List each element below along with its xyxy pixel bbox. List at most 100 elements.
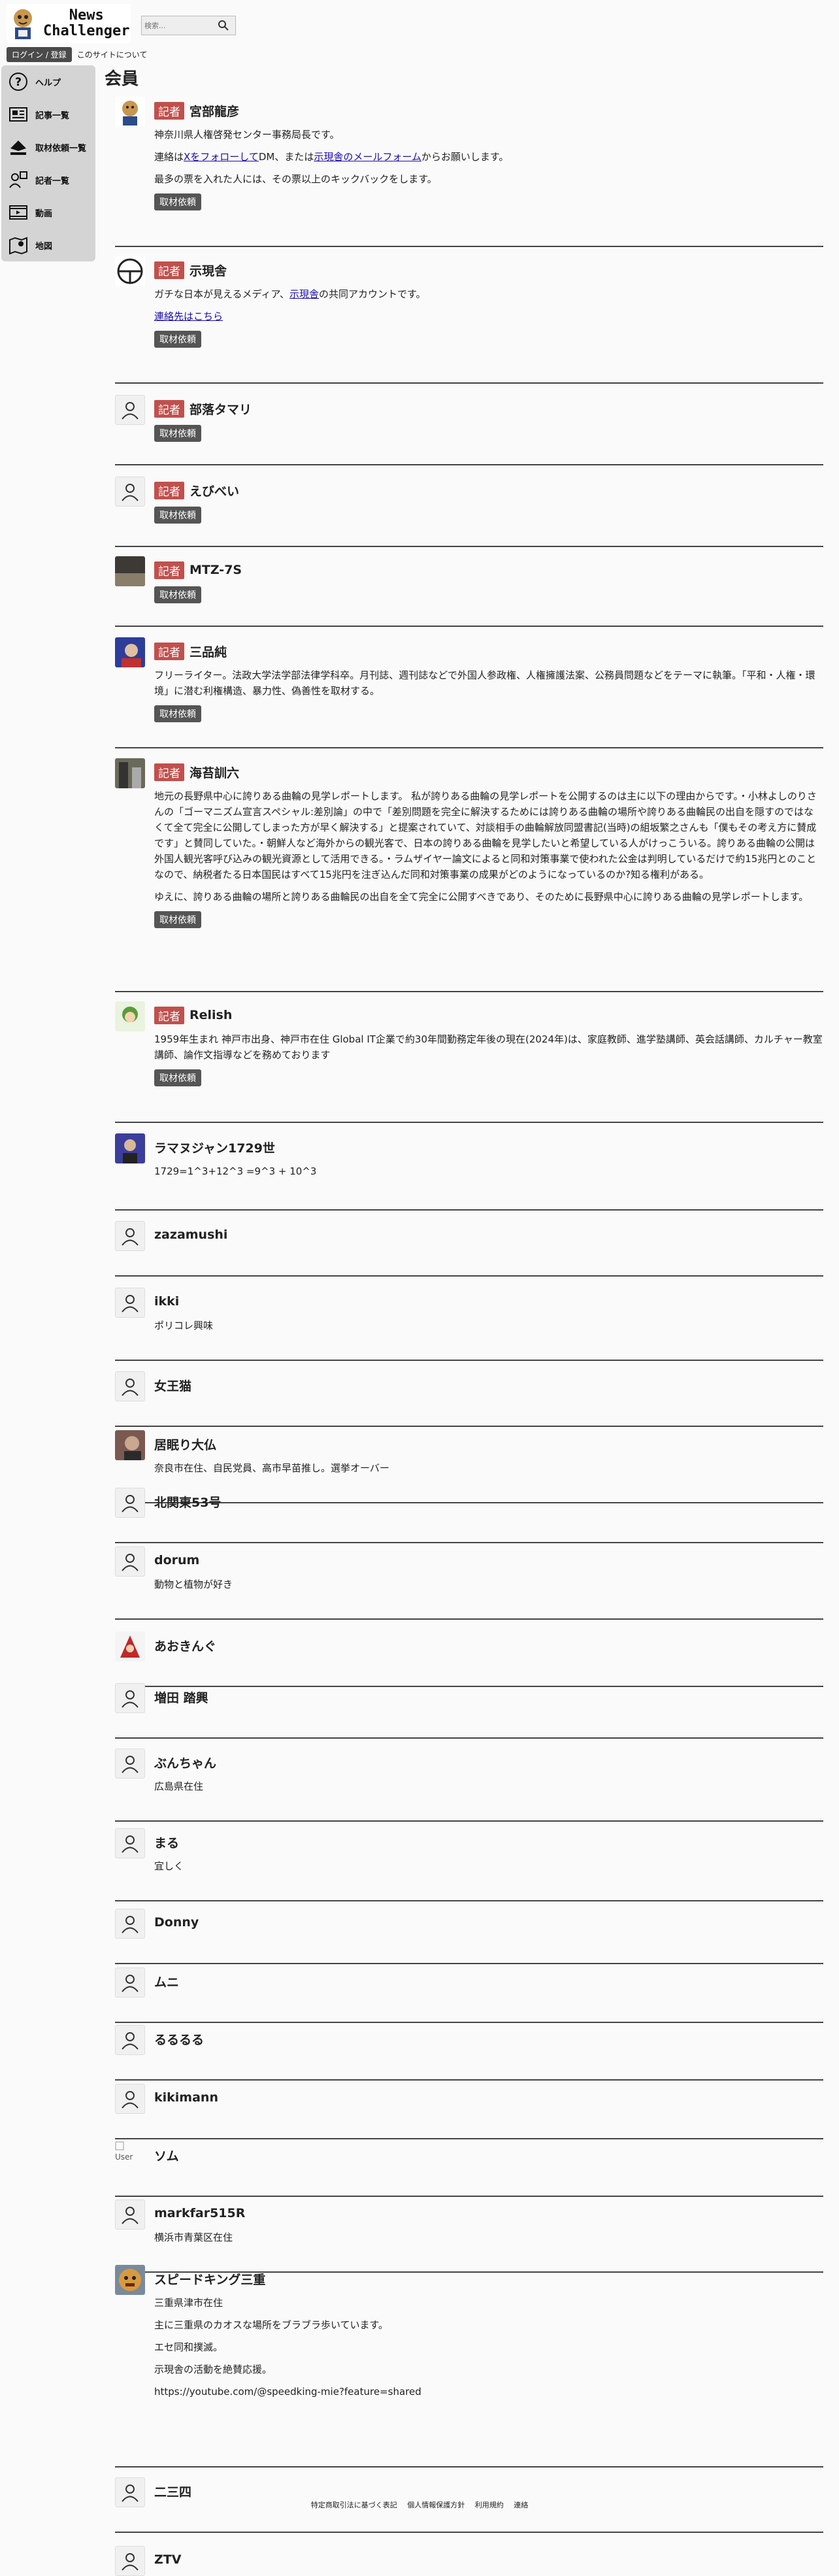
footer-link-contact[interactable]: 連絡 xyxy=(514,2501,528,2509)
member-name[interactable]: 女王猫 xyxy=(154,1377,191,1394)
site-logo[interactable]: News Challenger xyxy=(7,4,131,43)
login-register-button[interactable]: ログイン / 登録 xyxy=(7,47,72,62)
default-user-icon xyxy=(115,2025,145,2055)
sidebar-item-label: 動画 xyxy=(35,209,53,219)
about-link[interactable]: このサイトについて xyxy=(77,49,148,60)
member-link[interactable]: 連絡先はこちら xyxy=(154,310,223,322)
sidebar-item-label: 記者一覧 xyxy=(35,176,70,186)
member-name[interactable]: 増田 踏興 xyxy=(154,1688,208,1706)
logo-line-2: Challenger xyxy=(43,23,130,39)
sidebar-item-articles[interactable]: 記事一覧 xyxy=(1,98,95,131)
page-title: 会員 xyxy=(105,69,139,89)
reporter-badge: 記者 xyxy=(154,763,184,781)
member-card: dorum 動物と植物が好き xyxy=(115,1547,823,1620)
member-bio-line: 奈良市在住、自民党員、高市早苗推し。選挙オーバー xyxy=(154,1460,823,1476)
member-card: 記者 Relish 1959年生まれ 神戸市出身、神戸市在住 Global IT企業… xyxy=(115,1001,823,1123)
member-text: からお願いします。 xyxy=(421,151,509,163)
interview-request-button[interactable]: 取材依頼 xyxy=(154,193,201,210)
member-name[interactable]: 海苔訓六 xyxy=(189,763,239,781)
member-name[interactable]: えびべい xyxy=(189,482,239,499)
user-avatar-broken: User xyxy=(115,2141,145,2171)
member-name[interactable]: 居眠り大仏 xyxy=(154,1435,216,1453)
interview-request-button[interactable]: 取材依頼 xyxy=(154,425,201,442)
member-name[interactable]: 北関東53号 xyxy=(154,1493,221,1511)
reporter-badge: 記者 xyxy=(154,642,184,660)
footer-link-tokushoho[interactable]: 特定商取引法に基づく表記 xyxy=(311,2501,397,2509)
member-text: 宜しく xyxy=(154,1860,184,1872)
member-name[interactable]: スピードキング三重 xyxy=(154,2270,265,2288)
sidebar-item-label: 取材依頼一覧 xyxy=(35,143,87,154)
sidebar-item-video[interactable]: 動画 xyxy=(1,196,95,229)
member-name[interactable]: dorum xyxy=(154,1553,199,1567)
member-card: あおきんぐ xyxy=(115,1631,823,1687)
member-name[interactable]: ikki xyxy=(154,1294,179,1309)
member-name[interactable]: あおきんぐ xyxy=(154,1637,216,1654)
search-input[interactable] xyxy=(142,17,214,34)
user-avatar xyxy=(115,637,145,667)
default-user-icon xyxy=(115,1371,145,1401)
footer-link-privacy[interactable]: 個人情報保護方針 xyxy=(407,2501,465,2509)
member-card: 女王猫 xyxy=(115,1371,823,1427)
member-name[interactable]: MTZ-7S xyxy=(189,563,242,577)
member-text: 1959年生まれ 神戸市出身、神戸市在住 Global IT企業で約30年間勤務… xyxy=(154,1033,823,1061)
sidebar-item-map[interactable]: 地図 xyxy=(1,229,95,261)
footer-link-terms[interactable]: 利用規約 xyxy=(475,2501,504,2509)
interview-request-button[interactable]: 取材依頼 xyxy=(154,331,201,348)
member-name[interactable]: zazamushi xyxy=(154,1228,227,1242)
member-text: 地元の長野県中心に誇りある曲輪の見学レポートします。 私が誇りある曲輪の見学レポ… xyxy=(154,790,817,880)
interview-request-button[interactable]: 取材依頼 xyxy=(154,705,201,722)
reporter-badge: 記者 xyxy=(154,261,184,279)
member-name[interactable]: ぶんちゃん xyxy=(154,1754,216,1771)
member-name[interactable]: 二三四 xyxy=(154,2483,191,2500)
member-name[interactable]: まる xyxy=(154,1833,179,1851)
member-name[interactable]: ラマヌジャン1729世 xyxy=(154,1139,275,1156)
interview-request-button[interactable]: 取材依頼 xyxy=(154,911,201,928)
default-user-icon xyxy=(115,1488,145,1518)
member-card: 記者 部落タマリ 取材依頼 xyxy=(115,395,823,465)
interview-request-button[interactable]: 取材依頼 xyxy=(154,507,201,524)
member-bio-line: 1729=1^3+12^3 =9^3 + 10^3 xyxy=(154,1163,823,1179)
member-name[interactable]: 示現舎 xyxy=(189,261,227,279)
member-bio-line: 三重県津市在住 xyxy=(154,2295,823,2311)
member-name[interactable]: markfar515R xyxy=(154,2206,245,2220)
member-link[interactable]: 示現舎のメールフォーム xyxy=(314,151,421,163)
sidebar-item-label: 記事一覧 xyxy=(35,110,70,121)
member-bio-line: ガチな日本が見えるメディア、示現舎の共同アカウントです。 xyxy=(154,286,823,302)
member-text: 主に三重県のカオスな場所をブラブラ歩いています。 xyxy=(154,2319,389,2331)
member-text: 最多の票を入れた人には、その票以上のキックバックをします。 xyxy=(154,173,437,185)
member-link[interactable]: Xをフォローして xyxy=(184,151,259,163)
member-bio-line: 横浜市青葉区在住 xyxy=(154,2230,823,2245)
member-name[interactable]: Donny xyxy=(154,1915,199,1930)
member-name[interactable]: kikimann xyxy=(154,2090,218,2105)
member-card: まる 宜しく xyxy=(115,1828,823,1901)
member-name[interactable]: Relish xyxy=(189,1008,232,1022)
member-text: の共同アカウントです。 xyxy=(319,288,426,300)
interview-request-button[interactable]: 取材依頼 xyxy=(154,1069,201,1086)
default-user-icon xyxy=(115,1748,145,1779)
member-name[interactable]: ムニ xyxy=(154,1973,179,1990)
member-bio-line: 広島県在住 xyxy=(154,1779,823,1794)
member-name[interactable]: 三品純 xyxy=(189,643,227,660)
sidebar-item-label: 地図 xyxy=(35,241,53,252)
sidebar-item-help[interactable]: ? ヘルプ xyxy=(1,65,95,98)
sidebar-item-reporters[interactable]: 記者一覧 xyxy=(1,163,95,196)
member-name[interactable]: ソム xyxy=(154,2147,179,2164)
video-icon xyxy=(7,201,30,224)
sidebar-item-interview-requests[interactable]: 取材依頼一覧 xyxy=(1,131,95,163)
interview-request-button[interactable]: 取材依頼 xyxy=(154,586,201,603)
member-text: 神奈川県人権啓発センター事務局長です。 xyxy=(154,129,340,141)
search-button[interactable] xyxy=(214,16,233,35)
member-name[interactable]: るるるる xyxy=(154,2030,204,2048)
member-link[interactable]: 示現舎 xyxy=(289,288,319,300)
member-text: ガチな日本が見えるメディア、 xyxy=(154,288,290,300)
member-name[interactable]: 部落タマリ xyxy=(189,400,252,418)
member-card: 記者 海苔訓六地元の長野県中心に誇りある曲輪の見学レポートします。 私が誇りある曲… xyxy=(115,758,823,992)
member-text: 奈良市在住、自民党員、高市早苗推し。選挙オーバー xyxy=(154,1462,389,1474)
member-bio-line: 示現舎の活動を絶賛応援。 xyxy=(154,2362,823,2377)
default-user-icon xyxy=(115,1967,145,1998)
member-name[interactable]: 宮部龍彦 xyxy=(189,102,239,120)
member-card: 記者 MTZ-7S 取材依頼 xyxy=(115,556,823,627)
user-avatar xyxy=(115,256,145,286)
member-name[interactable]: ZTV xyxy=(154,2552,181,2567)
user-avatar xyxy=(115,1133,145,1163)
